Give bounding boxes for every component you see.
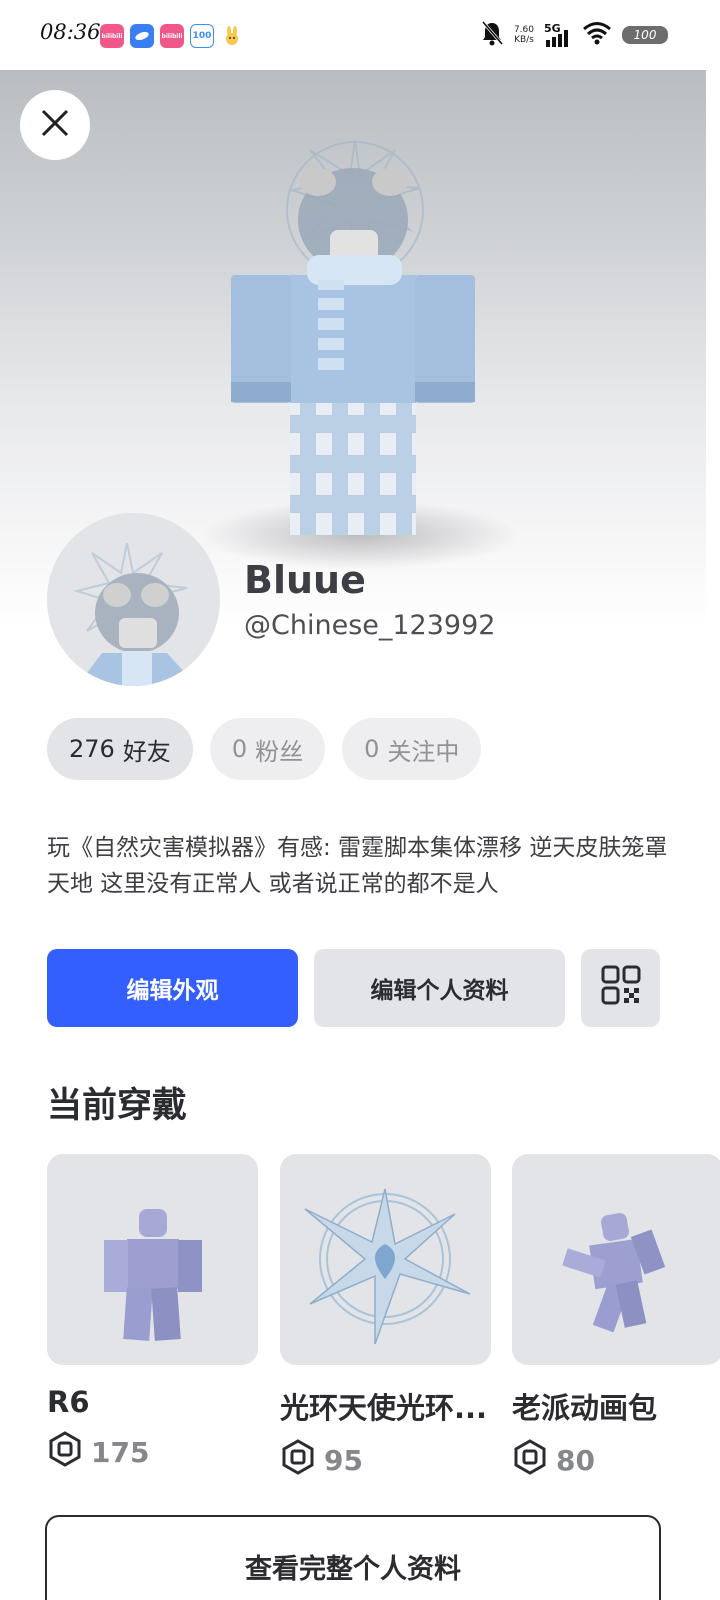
edit-avatar-button[interactable]: 编辑外观 (47, 949, 298, 1027)
notification-app-icons: bilibili bilibili 100 (100, 24, 244, 48)
followers-label: 粉丝 (255, 737, 304, 766)
item-name: R6 (47, 1385, 90, 1419)
network-speed-unit: KB/s (514, 35, 534, 45)
item-price: 175 (47, 1431, 258, 1474)
qr-code-button[interactable] (581, 949, 660, 1027)
bell-muted-icon (480, 20, 504, 50)
stats-chips: 276 好友 0 粉丝 0 关注中 (47, 718, 482, 780)
robux-icon (512, 1439, 548, 1482)
network-speed-value: 7.60 (513, 25, 534, 35)
battery-indicator: 100 (622, 26, 668, 44)
following-chip[interactable]: 0 关注中 (342, 718, 482, 780)
wifi-icon (582, 21, 612, 49)
app-100-icon: 100 (190, 24, 214, 48)
view-full-profile-button[interactable]: 查看完整个人资料 (45, 1515, 661, 1600)
wearing-item-r6[interactable]: R6 175 (47, 1154, 258, 1474)
qr-code-icon (601, 965, 641, 1011)
item-name: 光环天使光环... (280, 1391, 488, 1425)
wearing-item-halo[interactable]: 光环天使光环... 95 (280, 1154, 491, 1482)
following-count: 0 (364, 735, 380, 763)
profile-actions: 编辑外观 编辑个人资料 (47, 949, 660, 1027)
network-speed: 7.60 KB/s (514, 25, 534, 45)
username: @Chinese_123992 (244, 610, 496, 641)
item-price-value: 80 (556, 1444, 595, 1477)
avatar-headshot (47, 513, 220, 686)
item-price: 95 (280, 1439, 491, 1482)
blue-app-icon (130, 24, 154, 48)
status-bar: 08:36 bilibili bilibili 100 7.60 KB/s 5G… (0, 0, 720, 70)
wearing-items-carousel[interactable]: R6 175 光环天使光环... 95 老派动画包 80 (47, 1154, 720, 1484)
status-time: 08:36 (40, 20, 101, 44)
item-name: 老派动画包 (512, 1391, 658, 1425)
cellular-signal-icon: 5G (544, 22, 572, 48)
followers-chip[interactable]: 0 粉丝 (209, 718, 326, 780)
currently-wearing-title: 当前穿戴 (47, 1086, 188, 1126)
display-name: Bluue (244, 558, 366, 602)
item-thumbnail (280, 1154, 491, 1365)
close-button[interactable] (20, 90, 90, 160)
friends-label: 好友 (122, 737, 171, 766)
status-indicators: 7.60 KB/s 5G 100 (480, 20, 668, 50)
followers-count: 0 (231, 735, 248, 763)
friends-count: 276 (69, 735, 115, 763)
robux-icon (47, 1431, 83, 1474)
item-price-value: 95 (324, 1444, 363, 1477)
close-icon (39, 107, 71, 143)
edit-profile-button[interactable]: 编辑个人资料 (314, 949, 565, 1027)
profile-bio: 玩《自然灾害模拟器》有感: 雷霆脚本集体漂移 逆天皮肤笼罩天地 这里没有正常人 … (47, 835, 668, 897)
rabbit-app-icon (220, 24, 244, 48)
bilibili-icon: bilibili (100, 24, 124, 48)
friends-chip[interactable]: 276 好友 (47, 718, 193, 780)
wearing-item-animation-pack[interactable]: 老派动画包 80 (512, 1154, 720, 1482)
item-thumbnail (47, 1154, 258, 1365)
following-label: 关注中 (387, 737, 460, 766)
bilibili-icon-2: bilibili (160, 24, 184, 48)
item-price-value: 175 (91, 1436, 150, 1469)
robux-icon (280, 1439, 316, 1482)
item-price: 80 (512, 1439, 720, 1482)
item-thumbnail (512, 1154, 720, 1365)
